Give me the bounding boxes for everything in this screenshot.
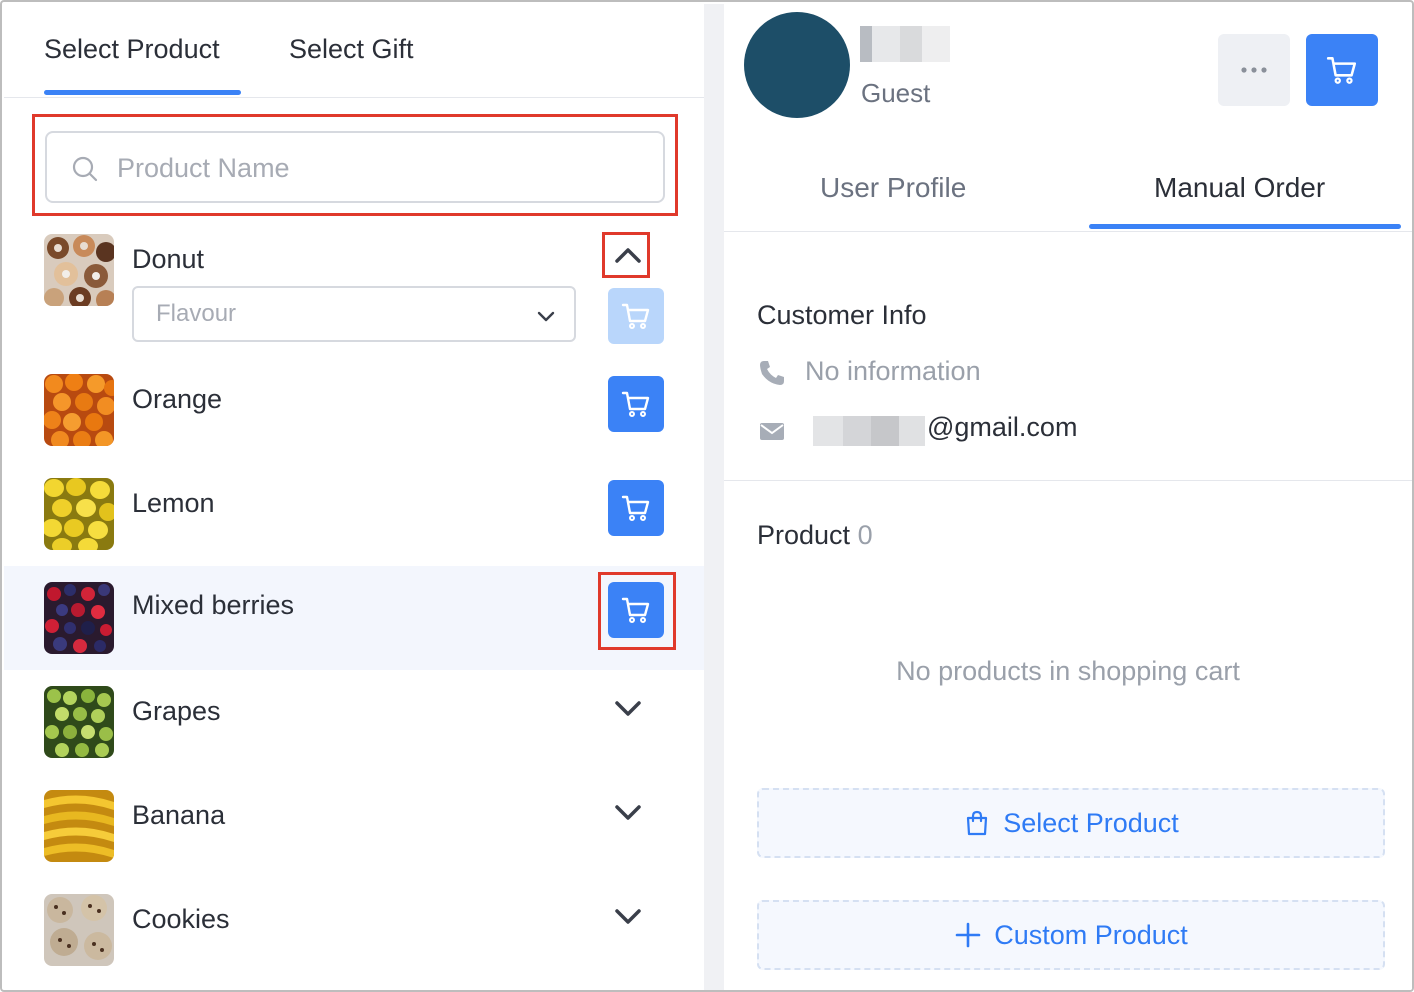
more-options-button[interactable]: [1218, 34, 1290, 106]
tab-manual-order[interactable]: Manual Order: [1154, 172, 1325, 204]
orange-thumbnail: [44, 374, 114, 446]
product-section-title: Product 0: [757, 520, 873, 551]
product-name: Donut: [132, 244, 205, 274]
search-field[interactable]: [45, 131, 665, 203]
chevron-down-icon[interactable]: [608, 688, 648, 728]
lemon-thumbnail: [44, 478, 114, 550]
product-item-lemon: Lemon: [4, 464, 704, 568]
product-name: Grapes: [132, 696, 221, 726]
product-item-orange: Orange: [4, 360, 704, 464]
redacted-customer-name: [860, 26, 950, 62]
product-item-mixed-berries: Mixed berries: [4, 566, 704, 670]
section-divider: [724, 480, 1412, 481]
chevron-up-icon[interactable]: [608, 236, 648, 276]
order-panel: Guest User Profile Manual Order Customer…: [724, 4, 1412, 990]
product-name: Banana: [132, 800, 226, 830]
plus-icon: [955, 922, 981, 948]
add-to-cart-button[interactable]: [608, 376, 664, 432]
add-to-cart-button[interactable]: [608, 582, 664, 638]
add-to-cart-button[interactable]: [608, 288, 664, 344]
chevron-down-icon[interactable]: [608, 896, 648, 936]
flavour-select[interactable]: Flavour: [132, 286, 576, 342]
cart-icon: [621, 391, 650, 417]
shopping-bag-icon: [967, 810, 988, 836]
phone-icon: [760, 361, 784, 385]
avatar: [744, 12, 850, 118]
tab-select-product[interactable]: Select Product: [44, 34, 220, 65]
grapes-thumbnail: [44, 686, 114, 758]
empty-cart-message: No products in shopping cart: [896, 656, 1240, 686]
search-icon: [72, 156, 98, 182]
donut-thumbnail: [44, 234, 114, 306]
product-name: Cookies: [132, 904, 230, 934]
product-picker-panel: Select Product Select Gift Product Name …: [4, 4, 704, 990]
more-icon: [1241, 67, 1267, 73]
product-item-banana: Banana: [4, 776, 704, 880]
mixed-berries-thumbnail: [44, 582, 114, 654]
customer-info-title: Customer Info: [757, 300, 927, 330]
banana-thumbnail: [44, 790, 114, 862]
select-product-button[interactable]: Select Product: [757, 788, 1385, 858]
cart-icon: [1326, 57, 1357, 84]
cookies-thumbnail: [44, 894, 114, 966]
product-item-donut: Donut Flavour: [4, 216, 704, 356]
product-label: Product: [757, 520, 851, 550]
tab-user-profile[interactable]: User Profile: [820, 172, 966, 204]
product-name: Mixed berries: [132, 590, 295, 620]
left-tab-bar: Select Product Select Gift: [4, 4, 704, 98]
add-to-cart-button[interactable]: [608, 480, 664, 536]
cart-icon: [621, 303, 650, 329]
active-tab-indicator: [1089, 224, 1401, 229]
flavour-placeholder: Flavour: [156, 300, 237, 327]
select-product-label: Select Product: [1003, 807, 1179, 838]
tab-select-gift[interactable]: Select Gift: [289, 34, 414, 65]
active-tab-indicator: [44, 90, 241, 95]
product-name: Lemon: [132, 488, 215, 518]
email-domain: @gmail.com: [927, 412, 1078, 442]
search-highlight-box: [32, 114, 678, 216]
chevron-down-icon[interactable]: [608, 792, 648, 832]
cart-icon: [621, 597, 650, 623]
custom-product-button[interactable]: Custom Product: [757, 900, 1385, 970]
product-name: Orange: [132, 384, 223, 414]
phone-value: No information: [805, 356, 981, 386]
chevron-down-icon: [537, 311, 555, 322]
customer-status: Guest: [861, 78, 931, 108]
product-item-cookies: Cookies: [4, 880, 704, 984]
shopping-cart-button[interactable]: [1306, 34, 1378, 106]
product-count: 0: [857, 520, 873, 550]
mail-icon: [760, 423, 784, 440]
app-frame: Select Product Select Gift Product Name …: [0, 0, 1414, 992]
custom-product-label: Custom Product: [994, 919, 1188, 950]
cart-icon: [621, 495, 650, 521]
right-tab-bar: User Profile Manual Order: [724, 134, 1412, 232]
product-item-grapes: Grapes: [4, 672, 704, 776]
search-input[interactable]: [117, 149, 637, 187]
redacted-email-user: [813, 416, 925, 446]
panel-divider: [704, 4, 724, 990]
